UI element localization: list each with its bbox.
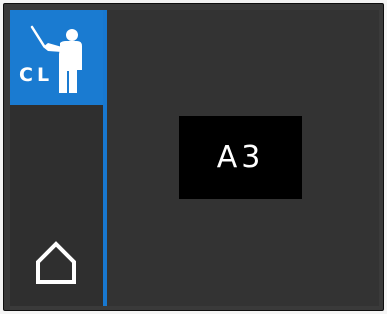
device-frame: CL A3	[3, 3, 384, 311]
home-icon	[36, 241, 76, 284]
value-display: A3	[179, 116, 302, 199]
teacher-mode-button[interactable]: CL	[10, 10, 103, 105]
device-screen: CL A3	[10, 10, 379, 306]
teacher-pointer-icon	[30, 25, 82, 93]
home-button[interactable]	[28, 234, 84, 290]
main-area: A3	[107, 10, 379, 306]
mode-label: CL	[19, 64, 54, 86]
value-display-text: A3	[216, 139, 265, 175]
sidebar: CL	[10, 10, 103, 306]
